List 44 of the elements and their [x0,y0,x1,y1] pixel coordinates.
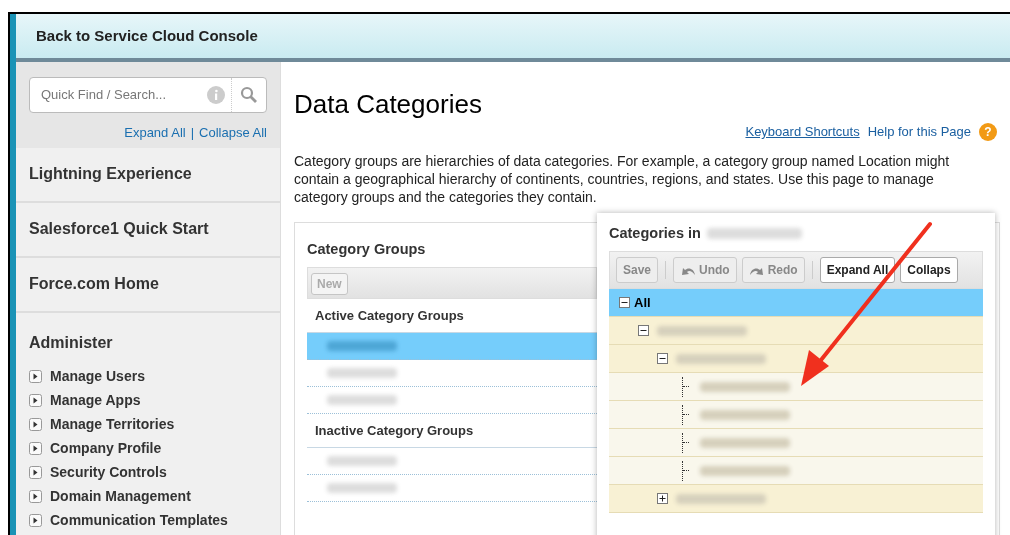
collapse-all-link[interactable]: Collapse All [199,123,267,143]
sidebar-section[interactable]: Lightning Experience [16,147,280,203]
sidebar-item[interactable]: Manage Territories [29,412,267,437]
tree-branch-line [682,404,692,425]
tree-row[interactable]: All [609,289,983,318]
sidebar-item[interactable]: Security Controls [29,460,267,485]
info-icon [207,86,225,104]
sidebar-item[interactable]: Company Profile [29,436,267,461]
sidebar-item[interactable]: Domain Management [29,484,267,509]
panel-title: Categories in [609,223,701,243]
collapse-icon[interactable] [657,353,668,365]
toolbar-button[interactable]: Expand All [819,257,896,284]
page-description: Category groups are hierarchies of data categories. For example, a category group named Location might contain a geographical hierarchy of continents, countries, regions, and states. Use this page to manage category groups and the categories they contain. [294,151,951,206]
page-title: Data Categories [294,88,483,120]
search-input[interactable]: Quick Find / Search... [30,85,207,105]
help-link[interactable]: Help for this Page [867,122,971,142]
sidebar-section[interactable]: Salesforce1 Quick Start [16,202,280,258]
collapse-icon[interactable] [619,297,630,309]
sidebar-item[interactable]: Manage Apps [29,388,267,413]
expand-icon[interactable] [657,493,668,505]
tree-branch-line [682,432,692,453]
blurred-label [327,456,397,467]
search-icon[interactable] [240,86,258,104]
blurred-label [327,483,397,494]
sidebar-item[interactable]: Manage Users [29,364,267,389]
panel-title: Category Groups [307,239,427,259]
header-link[interactable]: Back to Service Cloud Console [36,24,258,48]
toolbar-button[interactable]: Collaps [900,257,958,284]
blurred-label [327,341,397,352]
sidebar-item[interactable]: Communication Templates [29,508,267,533]
category-group-row[interactable] [307,333,597,361]
tree-row[interactable] [609,345,983,374]
search-field[interactable]: Quick Find / Search... [29,77,267,113]
tree-corner-line [682,460,692,481]
tree-label: All [634,294,651,312]
blurred-label [327,368,397,379]
link-separator: | [190,124,195,142]
sidebar-section[interactable]: Force.com Home [16,257,280,313]
section-heading: Administer [29,332,114,353]
collapse-icon[interactable] [638,325,649,337]
expand-all-link[interactable]: Expand All [124,123,186,143]
tree-branch-line [682,376,692,397]
keyboard-shortcuts-link[interactable]: Keyboard Shortcuts [745,122,860,142]
blurred-label [327,395,397,406]
